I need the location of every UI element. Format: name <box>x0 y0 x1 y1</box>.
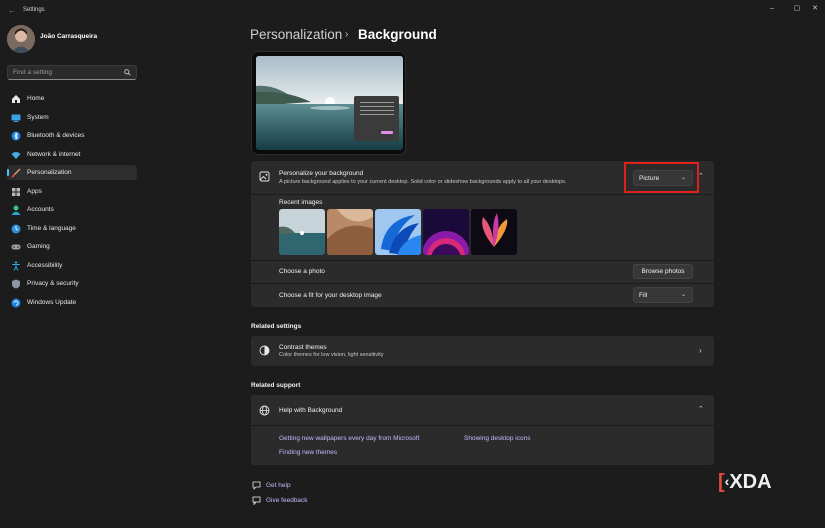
personalize-description: A picture background applies to your cur… <box>279 179 567 185</box>
accounts-icon <box>11 205 21 215</box>
wifi-icon <box>11 150 21 160</box>
minimize-icon[interactable]: – <box>765 3 779 15</box>
sidebar-item-privacy[interactable]: Privacy & security <box>7 276 137 291</box>
brush-icon <box>11 168 21 178</box>
apps-icon <box>11 187 21 197</box>
watermark-text: XDA <box>729 471 772 493</box>
get-help-icon <box>252 481 261 490</box>
close-icon[interactable]: ✕ <box>808 3 822 15</box>
xda-watermark-logo: [‹XDA <box>718 471 772 493</box>
recent-image-5[interactable] <box>471 209 517 255</box>
shield-icon <box>11 279 21 289</box>
recent-image-2[interactable] <box>327 209 373 255</box>
row-divider <box>251 194 714 195</box>
sidebar-item-label: Windows Update <box>27 299 77 306</box>
sidebar-item-apps[interactable]: Apps <box>7 184 137 199</box>
help-link-wallpapers[interactable]: Getting new wallpapers every day from Mi… <box>279 435 420 442</box>
sidebar-item-gaming[interactable]: Gaming <box>7 239 137 254</box>
time-language-icon <box>11 224 21 234</box>
sidebar-item-label: Network & internet <box>27 151 81 158</box>
sidebar-item-personalization[interactable]: Personalization <box>7 165 137 180</box>
back-arrow-icon[interactable]: ← <box>8 6 18 16</box>
chevron-up-icon[interactable]: ⌃ <box>698 172 704 180</box>
contrast-themes-title: Contrast themes <box>279 344 327 351</box>
active-indicator <box>7 169 9 176</box>
choose-photo-label: Choose a photo <box>279 268 325 275</box>
image-icon <box>259 171 270 182</box>
maximize-icon[interactable]: ▢ <box>790 3 804 15</box>
recent-image-3[interactable] <box>375 209 421 255</box>
bluetooth-icon <box>11 131 21 141</box>
sidebar-item-accessibility[interactable]: Accessibility <box>7 258 137 273</box>
feedback-icon <box>252 496 261 505</box>
give-feedback-link[interactable]: Give feedback <box>266 497 308 504</box>
app-title: Settings <box>23 7 45 13</box>
get-help-link[interactable]: Get help <box>266 482 291 489</box>
help-link-themes[interactable]: Finding new themes <box>279 449 337 456</box>
chevron-up-icon[interactable]: ⌃ <box>698 405 704 413</box>
fit-label: Choose a fit for your desktop image <box>279 292 382 299</box>
avatar[interactable] <box>7 25 35 53</box>
personalize-title: Personalize your background <box>279 170 364 177</box>
recent-images-label: Recent images <box>279 199 323 206</box>
help-with-background-title[interactable]: Help with Background <box>279 407 342 414</box>
contrast-themes-card[interactable] <box>251 336 714 366</box>
sidebar-item-label: Home <box>27 95 45 102</box>
search-icon[interactable] <box>124 69 131 76</box>
recent-image-1[interactable] <box>279 209 325 255</box>
breadcrumb-separator-icon: › <box>345 29 349 40</box>
sidebar-item-label: Privacy & security <box>27 280 79 287</box>
sidebar-item-accounts[interactable]: Accounts <box>7 202 137 217</box>
sidebar-item-label: Accessibility <box>27 262 63 269</box>
related-settings-heading: Related settings <box>251 323 302 330</box>
sidebar-item-system[interactable]: System <box>7 110 137 125</box>
sidebar-item-windows-update[interactable]: Windows Update <box>7 295 137 310</box>
fit-dropdown[interactable]: Fill ⌄ <box>633 287 693 303</box>
related-support-heading: Related support <box>251 382 301 389</box>
sidebar-item-label: Time & language <box>27 225 76 232</box>
sidebar-item-label: System <box>27 114 49 121</box>
preview-window-mock <box>354 96 399 141</box>
sidebar-item-label: Accounts <box>27 206 54 213</box>
chevron-down-icon: ⌄ <box>680 292 686 298</box>
contrast-themes-description: Color themes for low vision, light sensi… <box>279 352 384 358</box>
chevron-right-icon: › <box>699 346 702 355</box>
dropdown-value: Fill <box>639 291 648 299</box>
update-icon <box>11 298 21 308</box>
sidebar-item-network[interactable]: Network & internet <box>7 147 137 162</box>
globe-icon <box>259 405 270 416</box>
search-input[interactable]: Find a setting <box>13 69 118 76</box>
sidebar-item-bluetooth[interactable]: Bluetooth & devices <box>7 128 137 143</box>
user-name: João Carrasqueira <box>40 33 98 40</box>
breadcrumb-parent[interactable]: Personalization <box>250 27 342 42</box>
sidebar-item-label: Apps <box>27 188 42 195</box>
recent-image-4[interactable] <box>423 209 469 255</box>
contrast-icon <box>259 345 270 356</box>
home-icon <box>11 94 21 104</box>
help-link-desktop-icons[interactable]: Showing desktop icons <box>464 435 531 442</box>
accessibility-icon <box>11 260 21 271</box>
browse-photos-button[interactable]: Browse photos <box>633 264 693 279</box>
sidebar-item-label: Gaming <box>27 243 50 250</box>
sidebar-item-label: Bluetooth & devices <box>27 132 85 139</box>
sidebar-item-time-language[interactable]: Time & language <box>7 221 137 236</box>
sidebar-item-home[interactable]: Home <box>7 91 137 106</box>
row-divider <box>251 283 714 284</box>
page-title: Background <box>358 27 437 42</box>
row-divider <box>251 425 714 426</box>
gaming-icon <box>11 242 21 252</box>
search-box[interactable]: Find a setting <box>7 65 137 80</box>
system-icon <box>11 113 21 123</box>
sidebar-item-label: Personalization <box>27 169 72 176</box>
row-divider <box>251 260 714 261</box>
highlight-annotation-box <box>624 162 699 193</box>
